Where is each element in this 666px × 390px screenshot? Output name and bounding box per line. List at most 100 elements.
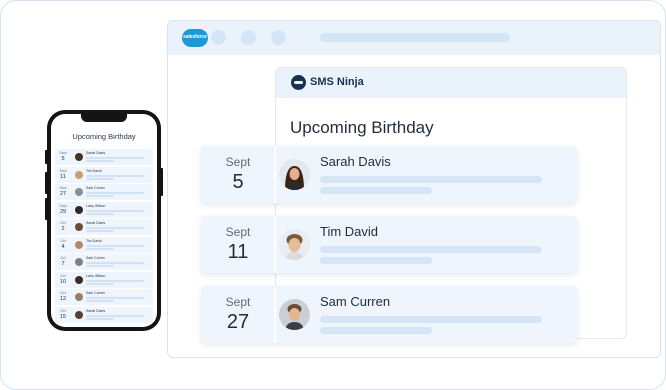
phone-page-title: Upcoming Birthday bbox=[72, 132, 136, 141]
phone-row-day: 27 bbox=[59, 191, 67, 197]
phone-list-item[interactable]: Oct 15 Sarah Davis bbox=[55, 306, 153, 323]
phone-row-name: Sam Curren bbox=[86, 186, 105, 190]
avatar bbox=[279, 229, 310, 260]
phone-row-month: Oct bbox=[60, 221, 66, 225]
contact-name: Sam Curren bbox=[320, 294, 391, 309]
avatar bbox=[75, 170, 83, 179]
app-name: SMS Ninja bbox=[310, 76, 364, 88]
card-day: 11 bbox=[227, 241, 249, 263]
placeholder-line bbox=[320, 246, 542, 253]
salesforce-logo-text: salesforce bbox=[183, 34, 207, 40]
placeholder-line bbox=[86, 282, 114, 285]
card-divider bbox=[274, 216, 276, 273]
birthday-card[interactable]: Sept 5 Sarah Davis bbox=[201, 146, 577, 203]
avatar bbox=[75, 310, 83, 319]
placeholder-line bbox=[86, 300, 114, 302]
phone-side-button bbox=[45, 198, 48, 220]
phone-row-month: Sept bbox=[59, 168, 67, 173]
phone-row-day: 7 bbox=[61, 261, 65, 267]
page-title: Upcoming Birthday bbox=[290, 118, 434, 137]
phone-row-name: Sarah Davis bbox=[86, 221, 106, 225]
placeholder-line bbox=[86, 314, 144, 317]
avatar bbox=[279, 159, 310, 190]
placeholder-line bbox=[320, 327, 432, 334]
phone-list-item[interactable]: Sept 11 Tim David bbox=[55, 166, 153, 183]
avatar bbox=[75, 240, 83, 249]
placeholder-line bbox=[86, 195, 114, 197]
salesforce-logo: salesforce bbox=[182, 29, 208, 47]
phone-row-day: 15 bbox=[59, 313, 67, 320]
placeholder-line bbox=[86, 157, 144, 159]
phone-notch bbox=[81, 114, 127, 122]
phone-row-month: Sept bbox=[59, 151, 67, 155]
avatar bbox=[75, 205, 83, 214]
phone-row-month: Sept bbox=[59, 203, 67, 208]
avatar bbox=[75, 258, 83, 266]
window-dot bbox=[241, 30, 256, 45]
placeholder-line bbox=[320, 187, 432, 194]
placeholder-line bbox=[86, 212, 114, 215]
phone-list-item[interactable]: Sept 29 Larry Wilson bbox=[55, 201, 153, 218]
card-day: 27 bbox=[226, 311, 250, 333]
card-month: Sept bbox=[225, 225, 251, 239]
phone-row-month: Oct bbox=[60, 308, 66, 313]
phone-row-name: Larry Wilson bbox=[86, 273, 106, 278]
card-date: Sept 11 bbox=[201, 216, 275, 273]
url-bar[interactable] bbox=[320, 33, 510, 42]
phone-list-item[interactable]: Oct 2 Sarah Davis bbox=[55, 219, 153, 235]
ninja-logo-icon bbox=[291, 75, 306, 90]
phone-list-item[interactable]: Oct 7 Sam Curren bbox=[55, 254, 153, 270]
contact-name: Sarah Davis bbox=[320, 154, 391, 169]
placeholder-line bbox=[86, 279, 144, 282]
phone-screen: Upcoming Birthday Sept 5 Sarah Davis Sept 11… bbox=[51, 114, 157, 327]
phone-side-button bbox=[45, 150, 48, 164]
window-dot bbox=[211, 30, 226, 45]
phone-list-item[interactable]: Sept 27 Sam Curren bbox=[55, 184, 153, 200]
phone-row-month: Oct bbox=[60, 238, 66, 243]
phone-row-name: Sarah Davis bbox=[86, 151, 106, 155]
avatar bbox=[75, 275, 83, 284]
placeholder-line bbox=[86, 174, 144, 177]
placeholder-line bbox=[86, 230, 114, 232]
card-day: 5 bbox=[232, 171, 244, 193]
placeholder-line bbox=[86, 265, 114, 267]
placeholder-line bbox=[86, 177, 114, 180]
phone-list-item[interactable]: Oct 4 Tim David bbox=[55, 236, 153, 253]
window-dot bbox=[271, 30, 286, 45]
phone-row-name: Sarah Davis bbox=[86, 308, 106, 313]
phone-row-name: Sam Curren bbox=[86, 291, 105, 295]
card-date: Sept 27 bbox=[201, 286, 275, 343]
phone-list-item[interactable]: Oct 12 Sam Curren bbox=[55, 289, 153, 305]
phone-row-day: 11 bbox=[60, 173, 66, 180]
phone-row-month: Oct bbox=[60, 291, 66, 295]
placeholder-line bbox=[86, 247, 114, 250]
placeholder-line bbox=[86, 192, 144, 194]
phone-row-day: 2 bbox=[61, 226, 65, 232]
phone-row-day: 10 bbox=[59, 278, 67, 285]
phone-row-name: Tim David bbox=[86, 238, 102, 243]
avatar bbox=[75, 293, 83, 301]
phone-row-day: 5 bbox=[61, 156, 65, 162]
placeholder-line bbox=[86, 160, 114, 162]
placeholder-line bbox=[86, 262, 144, 264]
phone-power-button bbox=[160, 168, 163, 196]
avatar bbox=[75, 223, 83, 231]
avatar bbox=[75, 153, 83, 161]
phone-list-item[interactable]: Sept 5 Sarah Davis bbox=[55, 149, 153, 165]
placeholder-line bbox=[320, 176, 542, 183]
placeholder-line bbox=[86, 209, 144, 212]
avatar bbox=[279, 299, 310, 330]
placeholder-line bbox=[320, 257, 432, 264]
birthday-card[interactable]: Sept 11 Tim David bbox=[201, 216, 577, 273]
card-month: Sept bbox=[225, 295, 251, 309]
birthday-card[interactable]: Sept 27 Sam Curren bbox=[201, 286, 577, 343]
phone-row-month: Sept bbox=[59, 186, 67, 190]
phone-row-day: 12 bbox=[59, 296, 67, 302]
placeholder-line bbox=[320, 316, 542, 323]
avatar bbox=[75, 188, 83, 196]
card-divider bbox=[274, 286, 276, 343]
phone-list-item[interactable]: Oct 10 Larry Wilson bbox=[55, 271, 153, 288]
card-date: Sept 5 bbox=[201, 146, 275, 203]
phone-row-name: Tim David bbox=[86, 168, 102, 173]
card-divider bbox=[274, 146, 276, 203]
